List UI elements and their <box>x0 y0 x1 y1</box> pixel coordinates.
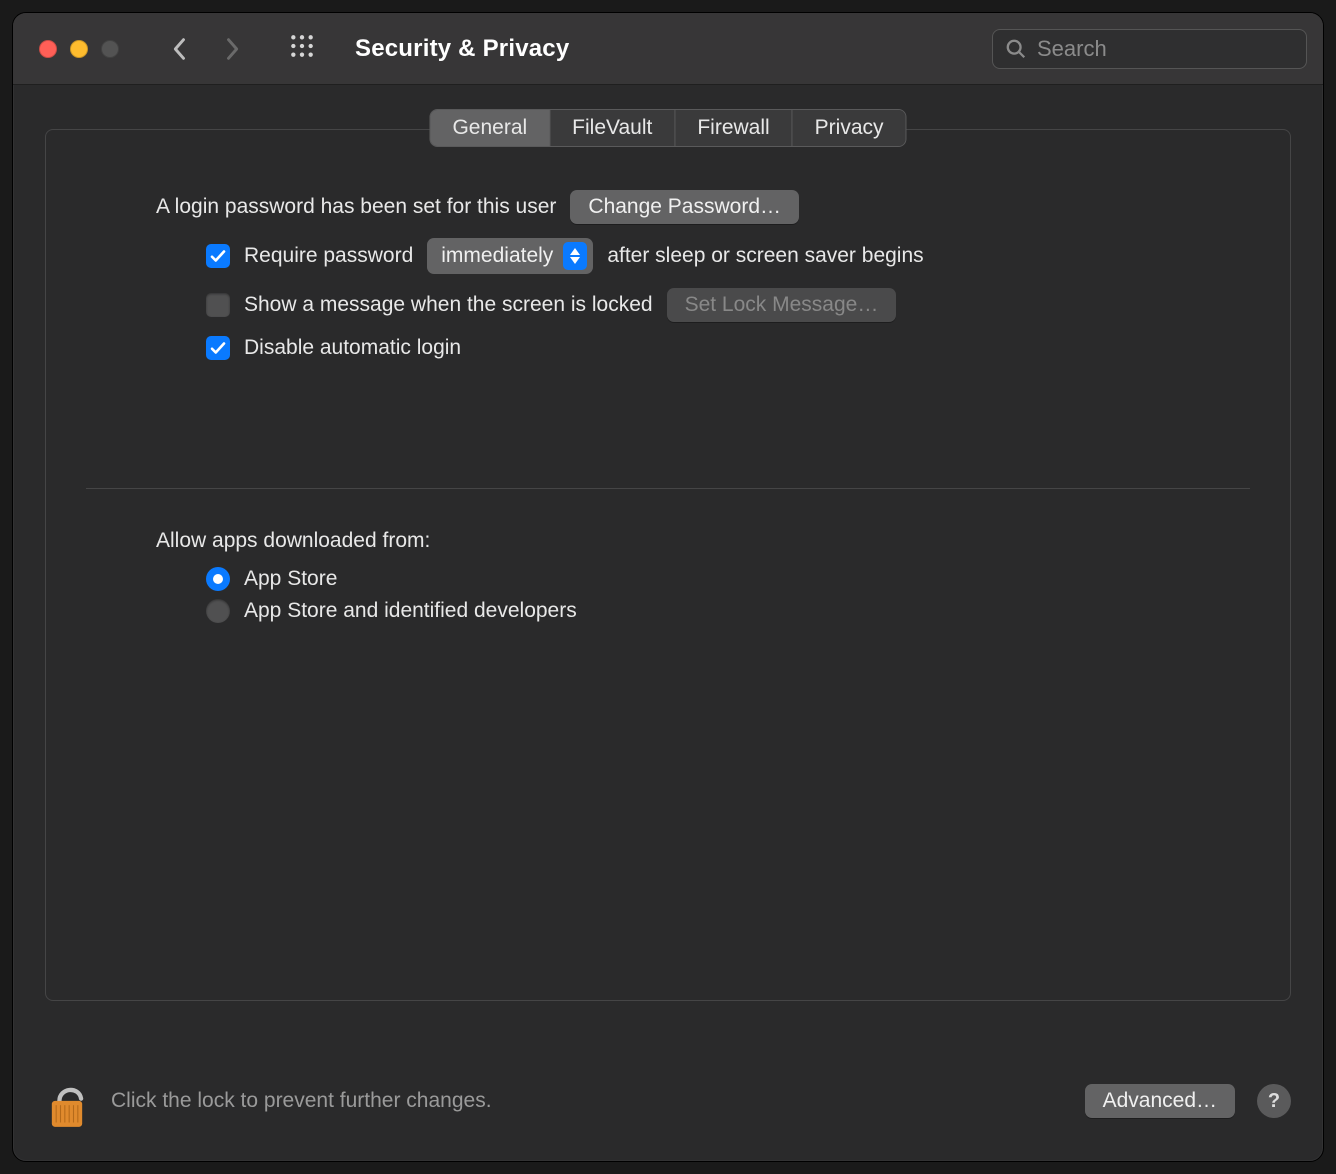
window-controls <box>39 40 119 58</box>
radio-app-store-label: App Store <box>244 567 337 591</box>
updown-icon <box>563 242 587 270</box>
require-password-row: Require password immediately after sleep… <box>156 238 1180 274</box>
lock-icon[interactable] <box>45 1077 89 1125</box>
show-lock-message-label: Show a message when the screen is locked <box>244 293 653 317</box>
lock-hint-text: Click the lock to prevent further change… <box>111 1089 492 1113</box>
require-password-delay-value: immediately <box>441 244 553 268</box>
disable-auto-login-checkbox[interactable] <box>206 336 230 360</box>
check-icon <box>209 247 227 265</box>
nav-buttons <box>171 35 241 63</box>
check-icon <box>209 339 227 357</box>
require-password-delay-select[interactable]: immediately <box>427 238 593 274</box>
require-password-checkbox[interactable] <box>206 244 230 268</box>
zoom-window-button <box>101 40 119 58</box>
login-password-row: A login password has been set for this u… <box>156 190 1180 224</box>
show-lock-message-checkbox[interactable] <box>206 293 230 317</box>
tab-bar: General FileVault Firewall Privacy <box>429 109 906 147</box>
tab-general[interactable]: General <box>430 110 550 146</box>
content-area: General FileVault Firewall Privacy A log… <box>13 85 1323 1161</box>
search-input[interactable]: Search <box>992 29 1307 69</box>
titlebar: Security & Privacy Search <box>13 13 1323 85</box>
advanced-button[interactable]: Advanced… <box>1085 1084 1235 1118</box>
general-panel: A login password has been set for this u… <box>45 129 1291 1001</box>
disable-auto-login-row: Disable automatic login <box>156 336 1180 360</box>
close-window-button[interactable] <box>39 40 57 58</box>
tab-privacy[interactable]: Privacy <box>793 110 906 146</box>
radio-app-store[interactable] <box>206 567 230 591</box>
tab-firewall[interactable]: Firewall <box>675 110 792 146</box>
forward-button <box>223 35 241 63</box>
radio-identified-label: App Store and identified developers <box>244 599 577 623</box>
radio-app-store-row: App Store <box>156 567 1180 591</box>
show-lock-message-row: Show a message when the screen is locked… <box>156 288 1180 322</box>
disable-auto-login-label: Disable automatic login <box>244 336 461 360</box>
set-lock-message-button: Set Lock Message… <box>667 288 897 322</box>
footer: Click the lock to prevent further change… <box>45 1077 1291 1125</box>
back-button[interactable] <box>171 35 189 63</box>
help-button[interactable]: ? <box>1257 1084 1291 1118</box>
require-password-suffix: after sleep or screen saver begins <box>607 244 923 268</box>
login-password-text: A login password has been set for this u… <box>156 195 556 219</box>
tab-filevault[interactable]: FileVault <box>550 110 675 146</box>
change-password-button[interactable]: Change Password… <box>570 190 799 224</box>
show-all-icon[interactable] <box>289 33 315 64</box>
window-title: Security & Privacy <box>355 35 569 63</box>
search-placeholder: Search <box>1037 36 1107 62</box>
require-password-label: Require password <box>244 244 413 268</box>
minimize-window-button[interactable] <box>70 40 88 58</box>
search-icon <box>1005 38 1027 60</box>
divider <box>86 488 1250 489</box>
radio-identified-row: App Store and identified developers <box>156 599 1180 623</box>
preferences-window: Security & Privacy Search General FileVa… <box>12 12 1324 1162</box>
allow-apps-label: Allow apps downloaded from: <box>156 529 1180 553</box>
radio-identified-developers[interactable] <box>206 599 230 623</box>
